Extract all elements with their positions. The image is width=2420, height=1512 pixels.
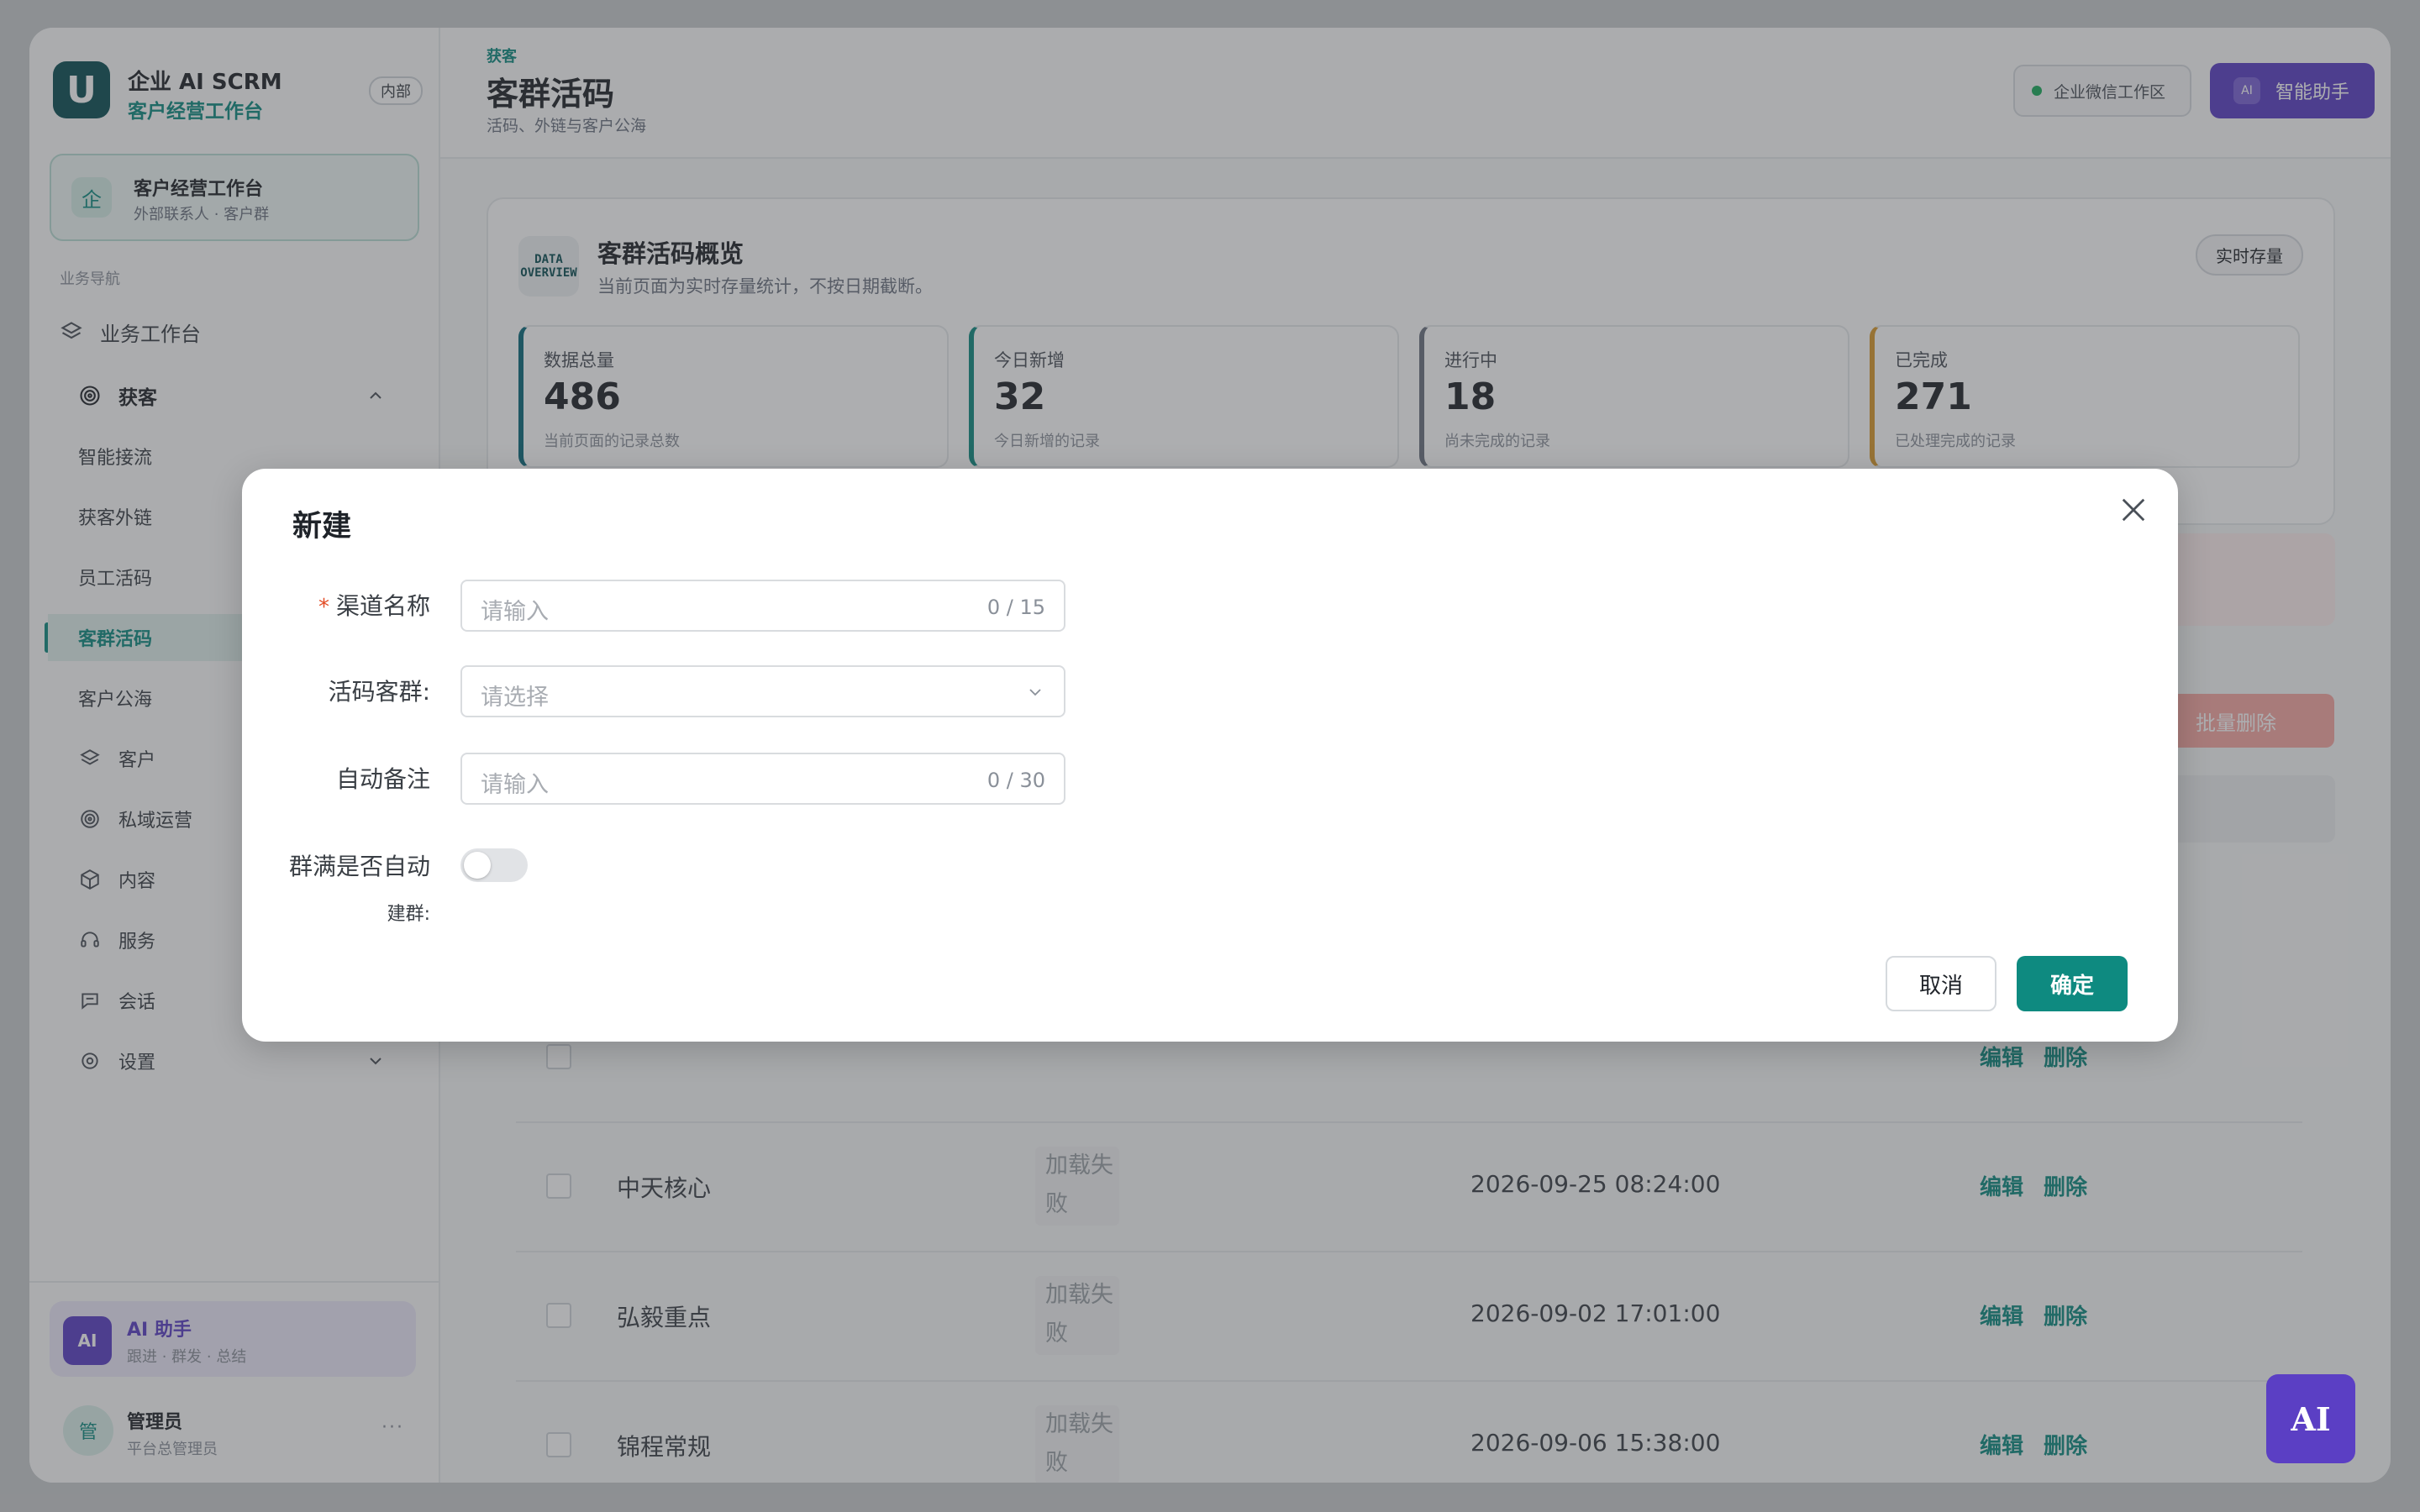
input-placeholder: 请输入 [481,772,549,798]
input-placeholder: 请输入 [481,599,549,625]
auto-remark-label: 自动备注 [335,765,430,793]
select-placeholder: 请选择 [481,685,549,711]
channel-name-label: * 渠道名称 [318,588,430,622]
char-counter: 0 / 30 [986,769,1045,792]
chevron-down-icon [1029,689,1041,696]
auto-create-label: 群满是否自动 [288,853,430,880]
floating-ai-button[interactable]: AI [2266,1374,2355,1463]
toggle-knob [464,852,491,879]
group-code-label: 活码客群: [328,678,430,706]
char-counter: 0 / 15 [986,596,1045,619]
auto-remark-input[interactable]: 请输入 0 / 30 [460,753,1065,805]
auto-create-toggle[interactable] [460,848,528,882]
auto-create-label-cont: 建群: [387,904,430,925]
cancel-button[interactable]: 取消 [1886,956,1996,1011]
confirm-button[interactable]: 确定 [2017,956,2128,1011]
channel-name-label-text: 渠道名称 [335,592,430,620]
required-mark: * [318,595,329,620]
group-code-select[interactable]: 请选择 [460,665,1065,717]
create-dialog: 新建 * 渠道名称 请输入 0 / 15 活码客群: 请选择 自动备注 请输入 0… [242,469,2178,1042]
dialog-title: 新建 [292,510,352,543]
close-icon[interactable] [2116,492,2151,528]
channel-name-input[interactable]: 请输入 0 / 15 [460,580,1065,632]
